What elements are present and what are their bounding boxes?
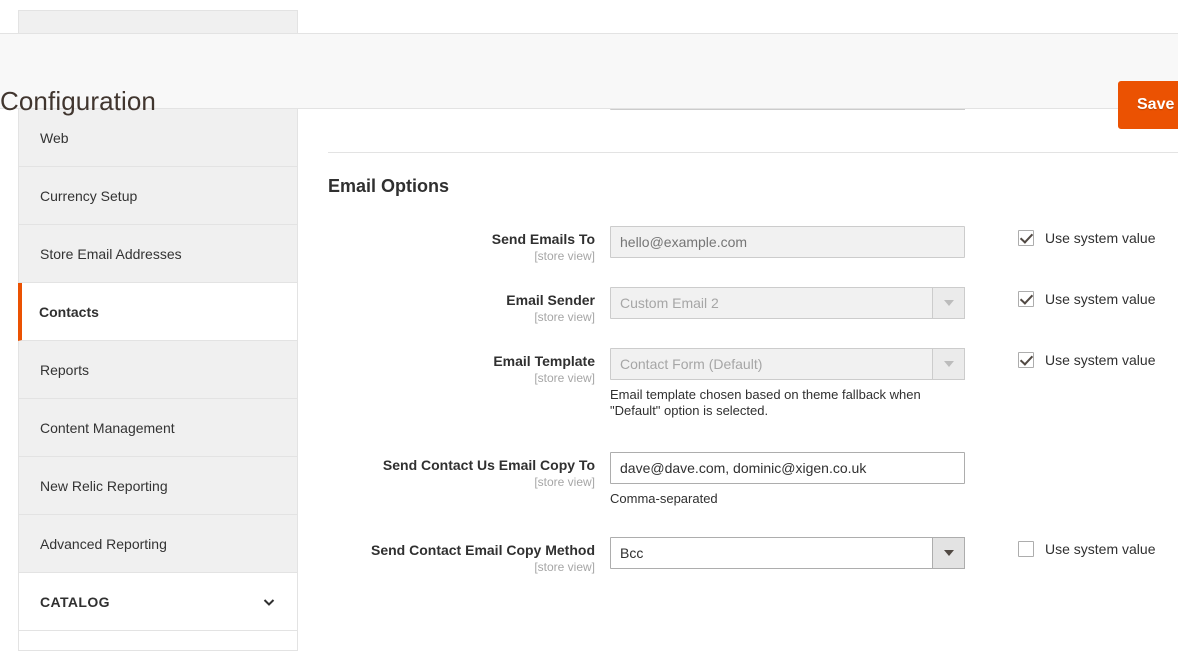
sidebar-item-contacts[interactable]: Contacts [18, 283, 297, 341]
field-row: Email Template[store view]Contact Form (… [328, 348, 1178, 419]
use-system-value-toggle[interactable]: Use system value [1018, 230, 1155, 246]
field-row: Send Contact Us Email Copy To[store view… [328, 452, 1178, 507]
sidebar-nav-group: WebCurrency SetupStore Email AddressesCo… [18, 109, 298, 573]
field-scope: [store view] [328, 310, 595, 325]
field-scope: [store view] [328, 371, 595, 386]
field-scope: [store view] [328, 249, 595, 264]
field-note: Comma-separated [610, 491, 965, 507]
use-system-value-label: Use system value [1045, 291, 1155, 307]
field-label: Email Template [328, 353, 595, 370]
field-label: Send Contact Email Copy Method [328, 542, 595, 559]
sidebar-section-catalog-label: CATALOG [40, 573, 110, 631]
select-value: Contact Form (Default) [611, 349, 964, 379]
field-row: Email Sender[store view]Custom Email 2Us… [328, 287, 1178, 325]
chevron-down-icon [262, 595, 276, 609]
sidebar-item-currency-setup[interactable]: Currency Setup [19, 167, 297, 225]
configuration-page: Configuration Save C WebCurrency SetupSt… [0, 0, 1178, 668]
sidebar-item-advanced-reporting[interactable]: Advanced Reporting [19, 515, 297, 573]
field-note: Email template chosen based on theme fal… [610, 387, 965, 419]
sidebar-item-web[interactable]: Web [19, 109, 297, 167]
configuration-content: [store view] Yes Use system value Email … [328, 86, 1178, 575]
select-dropdown[interactable]: Custom Email 2 [610, 287, 965, 319]
sidebar-item-new-relic-reporting[interactable]: New Relic Reporting [19, 457, 297, 515]
sidebar-item-reports[interactable]: Reports [19, 341, 297, 399]
field-control-col: Contact Form (Default) Email template cho… [610, 348, 966, 419]
page-header: Configuration Save C [0, 33, 1178, 109]
select-dropdown[interactable]: Contact Form (Default) [610, 348, 965, 380]
use-system-value-toggle[interactable]: Use system value [1018, 291, 1155, 307]
field-row: Send Emails To[store view] Use system val… [328, 226, 1178, 264]
sidebar-item-content-management[interactable]: Content Management [19, 399, 297, 457]
field-control-col: Custom Email 2 [610, 287, 966, 319]
field-label: Send Contact Us Email Copy To [328, 457, 595, 474]
field-control-col: Bcc [610, 537, 966, 569]
text-input[interactable] [610, 452, 965, 484]
field-scope: [store view] [328, 475, 595, 490]
use-system-value-label: Use system value [1045, 541, 1155, 557]
field-row: Send Contact Email Copy Method[store vie… [328, 537, 1178, 575]
sidebar-section-next-fragment [18, 631, 298, 651]
section-divider [328, 152, 1178, 153]
use-system-value-toggle[interactable]: Use system value [1018, 352, 1155, 368]
field-control-col: Comma-separated [610, 452, 966, 507]
use-system-value-label: Use system value [1045, 352, 1155, 368]
chevron-down-icon[interactable] [932, 537, 965, 569]
select-value: Custom Email 2 [611, 288, 964, 318]
checkbox-icon[interactable] [1018, 291, 1034, 307]
checkbox-icon[interactable] [1018, 230, 1034, 246]
field-label-col: Send Emails To[store view] [328, 226, 610, 264]
field-label: Send Emails To [328, 231, 595, 248]
configuration-sidebar: WebCurrency SetupStore Email AddressesCo… [18, 109, 298, 651]
field-scope: [store view] [328, 560, 595, 575]
checkbox-icon[interactable] [1018, 541, 1034, 557]
checkbox-icon[interactable] [1018, 352, 1034, 368]
email-options-fields: Send Emails To[store view]Use system val… [328, 226, 1178, 575]
field-label-col: Email Sender[store view] [328, 287, 610, 325]
chevron-down-icon[interactable] [932, 287, 965, 319]
select-value: Bcc [611, 538, 964, 568]
use-system-value-toggle[interactable]: Use system value [1018, 541, 1155, 557]
field-label-col: Email Template[store view] [328, 348, 610, 386]
field-label: Email Sender [328, 292, 595, 309]
save-config-button[interactable]: Save C [1118, 81, 1178, 129]
text-input[interactable] [610, 226, 965, 258]
field-label-col: Send Contact Us Email Copy To[store view… [328, 452, 610, 490]
use-system-value-label: Use system value [1045, 230, 1155, 246]
page-title: Configuration [0, 86, 156, 117]
field-control-col [610, 226, 966, 258]
select-dropdown[interactable]: Bcc [610, 537, 965, 569]
sidebar-section-catalog[interactable]: CATALOG [18, 573, 298, 631]
sidebar-item-store-email-addresses[interactable]: Store Email Addresses [19, 225, 297, 283]
chevron-down-icon[interactable] [932, 348, 965, 380]
section-title-email-options: Email Options [328, 176, 1178, 197]
field-label-col: Send Contact Email Copy Method[store vie… [328, 537, 610, 575]
